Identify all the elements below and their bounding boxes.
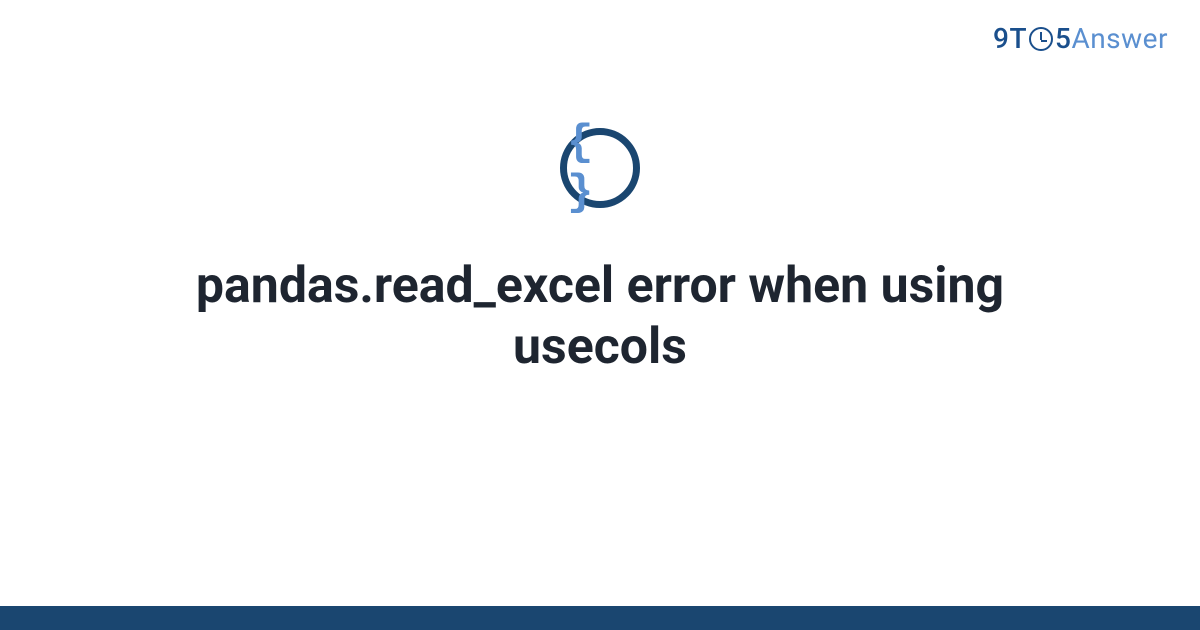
code-braces-icon: { }: [560, 128, 640, 208]
braces-glyph: { }: [567, 118, 633, 218]
clock-icon: [1029, 27, 1053, 51]
brand-part-5: 5: [1055, 22, 1071, 55]
main-content: { } pandas.read_excel error when using u…: [0, 128, 1200, 378]
footer-accent-bar: [0, 606, 1200, 630]
brand-logo: 9T 5Answer: [993, 22, 1168, 55]
brand-part-answer: Answer: [1071, 22, 1168, 55]
brand-part-9t: 9T: [993, 22, 1027, 55]
page-title: pandas.read_excel error when using useco…: [140, 256, 1060, 378]
